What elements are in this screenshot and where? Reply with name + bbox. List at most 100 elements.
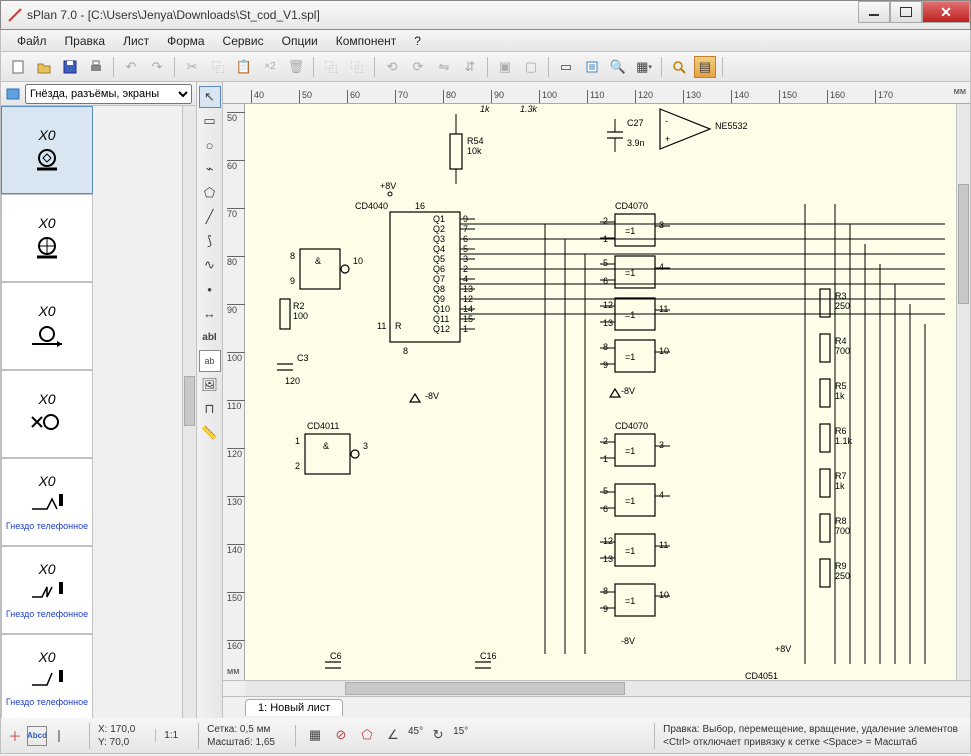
palette-grid: X0 X0 X0 X0 X0Гнездо телефонное X0Гнездо… <box>1 106 182 718</box>
minimize-button[interactable] <box>858 1 890 23</box>
status-angle-icon[interactable]: ∠ <box>382 725 404 747</box>
svg-text:-8V: -8V <box>621 636 635 646</box>
find-button[interactable]: 🔍 <box>607 56 629 78</box>
ruler-tool[interactable]: 📏 <box>199 422 221 444</box>
canvas-bottom-bar <box>223 680 970 696</box>
svg-text:=1: =1 <box>625 496 635 506</box>
mirror-v-button[interactable]: ⇵ <box>459 56 481 78</box>
status-abcd-icon[interactable]: Abcd <box>27 726 47 746</box>
sheet-tabs: 1: Новый лист <box>223 696 970 718</box>
rect-tool[interactable]: ▭ <box>199 110 221 132</box>
svg-text:Q8: Q8 <box>433 284 445 294</box>
svg-text:1k: 1k <box>835 391 845 401</box>
svg-text:1k: 1k <box>835 481 845 491</box>
canvas-scrollbar-h[interactable] <box>245 681 970 696</box>
status-hints: Правка: Выбор, перемещение, вращение, уд… <box>654 723 966 749</box>
main-toolbar: ↶ ↷ ✂ ⿻ 📋 ×2 🗑 ⿻ ⿻ ⟲ ⟳ ⇋ ⇵ ▣ ▢ ▭ 🔍 ▦▾ ▤ <box>0 52 971 82</box>
status-grid-scale: Сетка: 0,5 мм Масштаб: 1,65 <box>198 723 283 749</box>
group-button[interactable]: ▣ <box>494 56 516 78</box>
palette-item-3[interactable]: X0 <box>1 370 93 458</box>
svg-text:8: 8 <box>403 346 408 356</box>
maximize-button[interactable] <box>890 1 922 23</box>
palette-item-2[interactable]: X0 <box>1 282 93 370</box>
textbox-tool[interactable]: ab <box>199 350 221 372</box>
status-snap-icon[interactable]: ▦ <box>304 725 326 747</box>
status-refresh-icon[interactable]: ↻ <box>427 725 449 747</box>
menu-help[interactable]: ? <box>406 32 429 50</box>
rotate-cw-button[interactable]: ⟳ <box>407 56 429 78</box>
open-button[interactable] <box>33 56 55 78</box>
svg-text:250: 250 <box>835 301 850 311</box>
menu-component[interactable]: Компонент <box>328 32 405 50</box>
new-button[interactable] <box>7 56 29 78</box>
palette-item-1[interactable]: X0 <box>1 194 93 282</box>
grid-btn[interactable]: ▦▾ <box>633 56 655 78</box>
zigzag-tool[interactable]: ⌁ <box>199 158 221 180</box>
list-button[interactable] <box>581 56 603 78</box>
palette-item-4[interactable]: X0Гнездо телефонное <box>1 458 93 546</box>
svg-text:9: 9 <box>603 360 608 370</box>
svg-text:16: 16 <box>415 201 425 211</box>
poly-tool[interactable]: ⬠ <box>199 182 221 204</box>
layers-button[interactable]: ▤ <box>694 56 716 78</box>
paste-x2-button[interactable]: ×2 <box>259 56 281 78</box>
image-tool[interactable]: 🖼 <box>199 374 221 396</box>
svg-text:=1: =1 <box>625 226 635 236</box>
menu-service[interactable]: Сервис <box>215 32 272 50</box>
svg-text:R8: R8 <box>835 516 847 526</box>
dup-button[interactable]: ⿻ <box>320 56 342 78</box>
close-button[interactable]: ✕ <box>922 1 970 23</box>
dim-tool[interactable]: ↔ <box>199 302 221 324</box>
canvas-scrollbar-v[interactable] <box>956 104 970 680</box>
window-buttons: ✕ <box>858 1 970 29</box>
print-button[interactable] <box>85 56 107 78</box>
cut-button[interactable]: ✂ <box>181 56 203 78</box>
curve-tool[interactable]: ⟆ <box>199 230 221 252</box>
status-polygon-icon[interactable]: ⬠ <box>356 725 378 747</box>
status-plus-icon[interactable]: ＋ <box>5 726 25 746</box>
node-tool[interactable]: • <box>199 278 221 300</box>
svg-text:8: 8 <box>290 251 295 261</box>
sheet-tab-1[interactable]: 1: Новый лист <box>245 699 343 716</box>
menu-form[interactable]: Форма <box>159 32 212 50</box>
palette-item-0[interactable]: X0 <box>1 106 93 194</box>
copy-button[interactable]: ⿻ <box>207 56 229 78</box>
svg-text:11: 11 <box>659 304 668 314</box>
mirror-h-button[interactable]: ⇋ <box>433 56 455 78</box>
rotate-ccw-button[interactable]: ⟲ <box>381 56 403 78</box>
dup2-button[interactable]: ⿻ <box>346 56 368 78</box>
menu-sheet[interactable]: Лист <box>115 32 157 50</box>
status-lock-icon[interactable]: ⊘ <box>330 725 352 747</box>
status-sep-icon[interactable]: 丨 <box>49 726 69 746</box>
menu-edit[interactable]: Правка <box>57 32 114 50</box>
paste-button[interactable]: 📋 <box>233 56 255 78</box>
schematic-canvas[interactable]: R54 10k 1k 1.3k C27 3.9n - + NE5532 <box>245 104 956 680</box>
palette-scrollbar[interactable] <box>182 106 196 718</box>
pointer-tool[interactable]: ↖ <box>199 86 221 108</box>
svg-text:=1: =1 <box>625 310 635 320</box>
text-tool[interactable]: abI <box>199 326 221 348</box>
svg-text:=1: =1 <box>625 546 635 556</box>
save-button[interactable] <box>59 56 81 78</box>
svg-text:Q3: Q3 <box>433 234 445 244</box>
magnet-tool[interactable]: ⊓ <box>199 398 221 420</box>
select-tool-button[interactable]: ▭ <box>555 56 577 78</box>
category-select[interactable]: Гнёзда, разъёмы, экраны <box>25 84 192 104</box>
magnify-button[interactable] <box>668 56 690 78</box>
delete-button[interactable]: 🗑 <box>285 56 307 78</box>
bezier-tool[interactable]: ∿ <box>199 254 221 276</box>
line-tool[interactable]: ╱ <box>199 206 221 228</box>
ungroup-button[interactable]: ▢ <box>520 56 542 78</box>
redo-button[interactable]: ↷ <box>146 56 168 78</box>
palette-item-5[interactable]: X0Гнездо телефонное <box>1 546 93 634</box>
svg-text:700: 700 <box>835 346 850 356</box>
menu-options[interactable]: Опции <box>274 32 326 50</box>
undo-button[interactable]: ↶ <box>120 56 142 78</box>
circle-tool[interactable]: ○ <box>199 134 221 156</box>
palette-item-6[interactable]: X0Гнездо телефонное <box>1 634 93 718</box>
ruler-unit-v: мм <box>227 666 239 676</box>
svg-text:CD4070: CD4070 <box>615 421 648 431</box>
sidebar-header: Гнёзда, разъёмы, экраны <box>1 82 196 106</box>
svg-text:10: 10 <box>353 256 363 266</box>
menu-file[interactable]: Файл <box>9 32 55 50</box>
